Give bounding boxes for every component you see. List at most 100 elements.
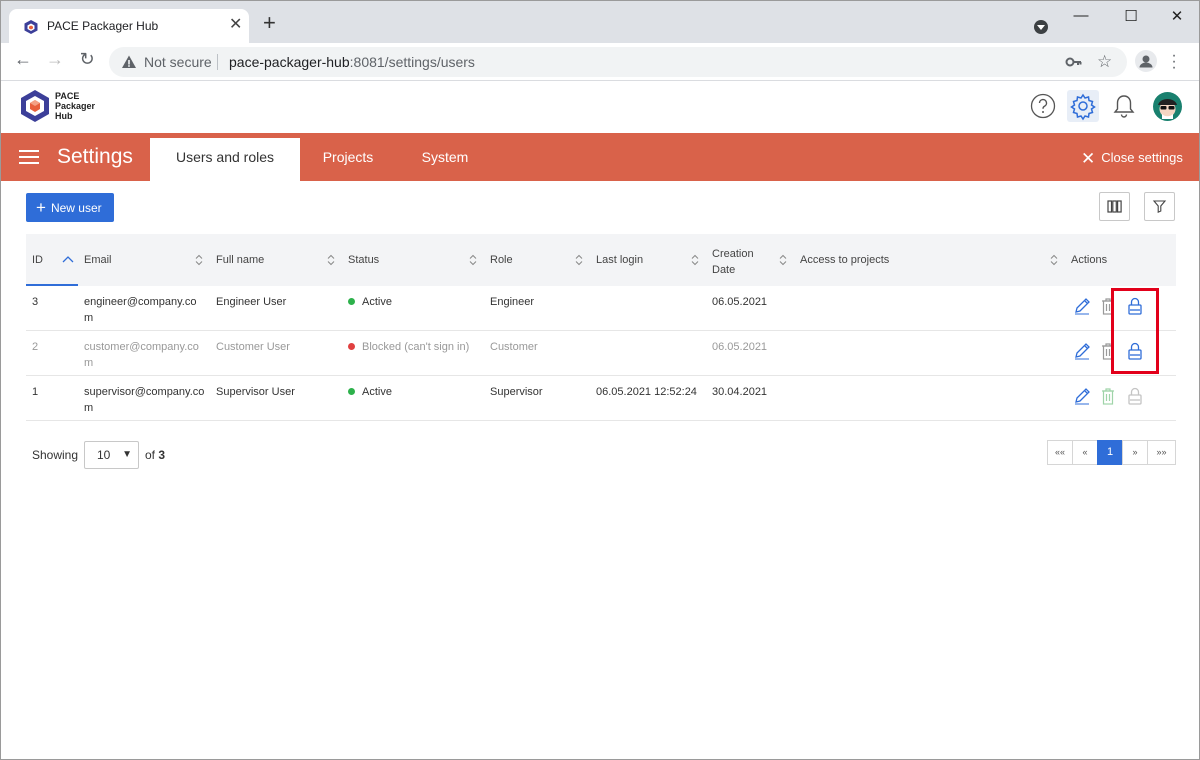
maximize-button[interactable]: ☐	[1121, 7, 1141, 25]
col-header-last-login[interactable]: Last login	[596, 254, 643, 266]
lock-icon-disabled	[1128, 387, 1142, 405]
table-row[interactable]: 2 customer@company.co m Customer User Blo…	[26, 331, 1176, 376]
logo-text-line: PACE	[55, 91, 80, 101]
cell-last-login: 06.05.2021 12:52:24	[596, 386, 697, 398]
prev-page-button[interactable]: «	[1072, 440, 1098, 465]
page-size-select[interactable]: 10 ▼	[84, 441, 139, 469]
key-icon[interactable]	[1065, 54, 1083, 70]
col-header-role[interactable]: Role	[490, 254, 513, 266]
gear-icon	[1070, 93, 1096, 121]
help-icon[interactable]	[1030, 93, 1056, 119]
tab-strip: PACE Packager Hub ✕ + — ☐ ✕	[1, 1, 1199, 43]
col-header-email[interactable]: Email	[84, 254, 112, 266]
sort-icon[interactable]	[691, 254, 699, 266]
logo-text-line: Packager	[55, 101, 96, 111]
tab-search-icon[interactable]	[1034, 20, 1048, 34]
col-header-creation-date[interactable]: Creation Date	[712, 246, 754, 278]
col-header-status[interactable]: Status	[348, 254, 379, 266]
sort-ascending-icon[interactable]	[62, 255, 74, 263]
cell-id: 2	[32, 341, 39, 353]
cell-status: Active	[348, 384, 392, 400]
col-header-creation-line: Creation	[712, 248, 754, 260]
minimize-button[interactable]: —	[1071, 7, 1091, 24]
sort-icon[interactable]	[1050, 254, 1058, 266]
settings-button[interactable]	[1067, 90, 1099, 122]
tab-close-icon[interactable]: ✕	[229, 16, 242, 34]
cell-email-line: engineer@company.co	[84, 296, 197, 308]
col-header-actions: Actions	[1071, 254, 1108, 266]
col-header-full-name[interactable]: Full name	[216, 254, 264, 266]
cell-status: Blocked (can't sign in)	[348, 339, 469, 355]
cell-id: 3	[32, 296, 39, 308]
cell-role: Supervisor	[490, 386, 543, 398]
first-page-button[interactable]: ««	[1047, 440, 1073, 465]
bookmark-star-icon[interactable]: ☆	[1097, 52, 1112, 72]
columns-icon	[1107, 200, 1122, 213]
last-page-button[interactable]: »»	[1147, 440, 1176, 465]
new-user-label: New user	[50, 201, 102, 215]
sort-icon[interactable]	[779, 254, 787, 266]
url-text[interactable]: pace-packager-hub:8081/settings/users	[229, 54, 475, 70]
cell-creation-date: 06.05.2021	[712, 341, 768, 353]
close-settings-label: Close settings	[1101, 150, 1183, 165]
close-window-button[interactable]: ✕	[1167, 7, 1187, 25]
warning-icon[interactable]	[121, 54, 137, 70]
more-menu-icon[interactable]: · · ·	[1169, 48, 1179, 76]
bell-icon[interactable]	[1111, 93, 1137, 119]
hamburger-menu-icon[interactable]	[19, 150, 39, 164]
new-user-button[interactable]: + New user	[26, 193, 114, 222]
logo-text: PACE Packager Hub	[55, 91, 115, 121]
delete-trash-icon-disabled	[1102, 388, 1114, 405]
table-row[interactable]: 3 engineer@company.co m Engineer User Act…	[26, 286, 1176, 331]
col-header-id[interactable]: ID	[32, 254, 43, 266]
edit-pencil-icon[interactable]	[1073, 296, 1091, 316]
filter-icon	[1152, 200, 1167, 214]
address-bar[interactable]: Not secure pace-packager-hub:8081/settin…	[109, 47, 1127, 77]
reload-icon[interactable]: ↻	[75, 49, 99, 70]
table-row[interactable]: 1 supervisor@company.co m Supervisor User…	[26, 376, 1176, 421]
page-1-button[interactable]: 1	[1097, 440, 1123, 465]
cell-email-line: customer@company.co	[84, 341, 199, 353]
address-row: ← → ↻ Not secure pace-packager-hub:8081/…	[1, 43, 1199, 81]
cell-email: engineer@company.co m	[84, 294, 196, 326]
url-path: :8081/settings/users	[349, 54, 475, 70]
total-value: 3	[158, 448, 166, 462]
cell-id: 1	[32, 386, 39, 398]
close-settings-button[interactable]: ✕ Close settings	[1081, 149, 1183, 169]
sort-icon[interactable]	[327, 254, 335, 266]
url-host: pace-packager-hub	[229, 54, 350, 70]
user-avatar[interactable]	[1153, 92, 1182, 121]
tab-users-and-roles[interactable]: Users and roles	[150, 138, 300, 181]
sort-icon[interactable]	[195, 254, 203, 266]
cell-email-line: m	[84, 357, 94, 369]
sort-icon[interactable]	[469, 254, 477, 266]
settings-title: Settings	[57, 145, 133, 168]
browser-tab[interactable]: PACE Packager Hub ✕	[9, 9, 249, 43]
columns-button[interactable]	[1099, 192, 1130, 221]
cell-role: Engineer	[490, 296, 535, 308]
showing-label: Showing	[32, 448, 79, 462]
status-text: Active	[362, 386, 392, 398]
sort-icon[interactable]	[575, 254, 583, 266]
tab-system[interactable]: System	[404, 138, 486, 181]
next-page-button[interactable]: »	[1122, 440, 1148, 465]
account-icon[interactable]	[1135, 50, 1157, 72]
page-size-value: 10	[97, 448, 111, 462]
status-dot	[348, 298, 355, 305]
pace-favicon-icon	[24, 20, 38, 34]
security-label[interactable]: Not secure	[144, 54, 212, 70]
col-header-access[interactable]: Access to projects	[800, 254, 889, 266]
pace-logo-icon[interactable]	[19, 89, 51, 123]
total-count: of 3	[145, 448, 165, 462]
cell-email: customer@company.co m	[84, 339, 199, 371]
forward-arrow-icon[interactable]: →	[43, 49, 67, 70]
back-arrow-icon[interactable]: ←	[11, 49, 35, 70]
tab-projects[interactable]: Projects	[306, 138, 390, 181]
cell-creation-date: 30.04.2021	[712, 386, 768, 398]
filter-button[interactable]	[1144, 192, 1175, 221]
tab-title: PACE Packager Hub	[47, 19, 159, 33]
edit-pencil-icon[interactable]	[1073, 341, 1091, 361]
edit-pencil-icon[interactable]	[1073, 386, 1091, 406]
new-tab-button[interactable]: +	[263, 12, 276, 34]
logo-text-line: Hub	[55, 111, 73, 121]
